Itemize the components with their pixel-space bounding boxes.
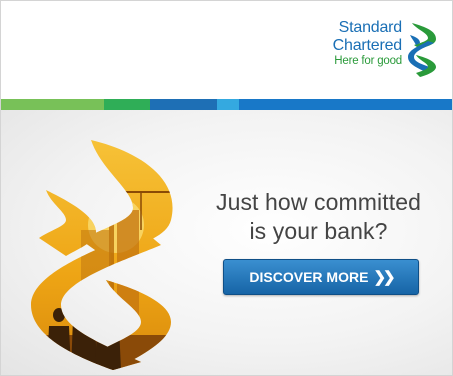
ad-content: Just how committed is your bank? DISCOVE… xyxy=(1,110,452,375)
standard-chartered-logo[interactable]: Standard Chartered Here for good xyxy=(333,19,440,79)
double-chevron-right-icon: ❯❯ xyxy=(373,269,395,286)
photo-emblem-icon xyxy=(31,140,173,370)
headline: Just how committed is your bank? xyxy=(191,188,446,246)
brand-name-line2: Chartered xyxy=(332,37,403,54)
stripe-segment-light-blue xyxy=(217,99,239,110)
stripe-segment-blue xyxy=(150,99,217,110)
headline-line1: Just how committed xyxy=(215,189,422,215)
stripe-segment-light-green xyxy=(1,99,104,110)
stripe-segment-green xyxy=(104,99,150,110)
stripe-segment-bright-blue xyxy=(239,99,452,110)
brand-color-stripe xyxy=(1,99,452,110)
discover-more-button[interactable]: DISCOVER MORE ❯❯ xyxy=(223,259,419,295)
brand-name-line1: Standard xyxy=(338,19,403,36)
brand-tagline: Here for good xyxy=(334,55,402,67)
banner-ad[interactable]: Standard Chartered Here for good Just ho… xyxy=(0,0,453,376)
header: Standard Chartered Here for good xyxy=(1,1,452,99)
logo-wordmark: Standard Chartered Here for good xyxy=(332,19,403,68)
logo-mark-icon xyxy=(408,23,436,77)
headline-line2: is your bank? xyxy=(249,218,388,244)
discover-more-label: DISCOVER MORE xyxy=(249,269,369,285)
